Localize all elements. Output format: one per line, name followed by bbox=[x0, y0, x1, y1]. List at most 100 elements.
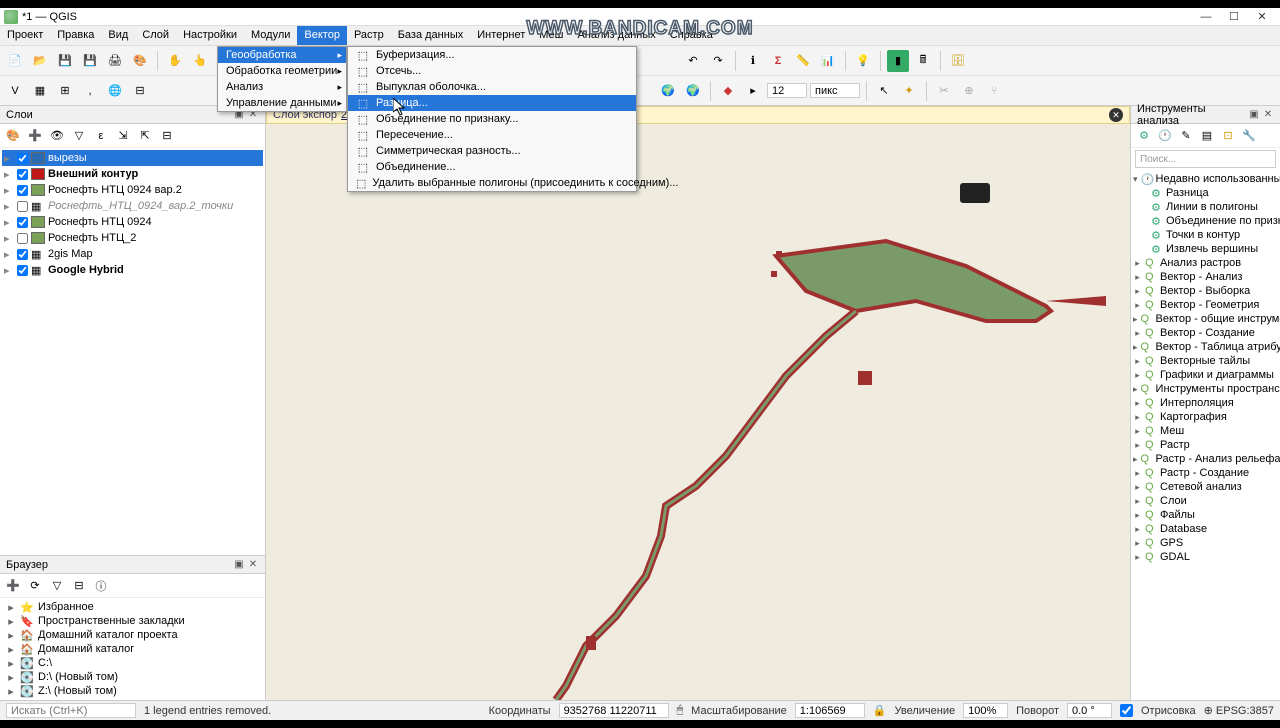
tree-group[interactable]: ▸QАнализ растров bbox=[1133, 256, 1278, 270]
browser-item[interactable]: ▸💽C:\ bbox=[6, 656, 259, 670]
coord-input[interactable] bbox=[559, 703, 669, 718]
layer-checkbox[interactable] bbox=[17, 153, 28, 164]
render-checkbox[interactable] bbox=[1120, 704, 1133, 717]
submenu-item[interactable]: ⬚Объединение... bbox=[348, 159, 636, 175]
tree-group[interactable]: ▸QВектор - Геометрия bbox=[1133, 298, 1278, 312]
menu-справка[interactable]: Справка bbox=[663, 26, 720, 45]
layer-add-group-button[interactable]: ➕ bbox=[26, 127, 44, 145]
layer-expr-button[interactable]: ε bbox=[92, 127, 110, 145]
print-layout-button[interactable]: 🖨 bbox=[104, 50, 126, 72]
menu-модули[interactable]: Модули bbox=[244, 26, 297, 45]
browser-item[interactable]: ▸💽Z:\ (Новый том) bbox=[6, 684, 259, 698]
tree-group[interactable]: ▸QРастр - Создание bbox=[1133, 466, 1278, 480]
layer-row[interactable]: ▸Роснефть НТЦ_2 bbox=[2, 230, 263, 246]
submenu-item[interactable]: ⬚Симметрическая разность... bbox=[348, 143, 636, 159]
osm-button[interactable]: 🌍 bbox=[657, 80, 679, 102]
submenu-item[interactable]: ⬚Пересечение... bbox=[348, 127, 636, 143]
processing-model-button[interactable]: ⚙ bbox=[1135, 127, 1153, 145]
layer-checkbox[interactable] bbox=[17, 169, 28, 180]
add-vector-button[interactable]: V bbox=[4, 80, 26, 102]
processing-close-button[interactable]: ✕ bbox=[1262, 109, 1274, 121]
add-db-button[interactable]: ⊟ bbox=[129, 80, 151, 102]
save-button[interactable]: 💾 bbox=[54, 50, 76, 72]
tree-algorithm[interactable]: ⚙Извлечь вершины bbox=[1133, 242, 1278, 256]
snap-unit-select[interactable] bbox=[810, 83, 860, 98]
tree-group[interactable]: ▸QDatabase bbox=[1133, 522, 1278, 536]
tree-group[interactable]: ▸QВектор - общие инструменты bbox=[1133, 312, 1278, 326]
tree-group[interactable]: ▾🕐Недавно использованные bbox=[1133, 172, 1278, 186]
layer-style-button[interactable]: 🎨 bbox=[4, 127, 22, 145]
submenu-item[interactable]: ⬚Объединение по признаку... bbox=[348, 111, 636, 127]
tree-group[interactable]: ▸QGDAL bbox=[1133, 550, 1278, 564]
select-button[interactable]: ▮ bbox=[887, 50, 909, 72]
merge-button[interactable]: ⊕ bbox=[958, 80, 980, 102]
tree-group[interactable]: ▸QМеш bbox=[1133, 424, 1278, 438]
rot-input[interactable] bbox=[1067, 703, 1112, 718]
browser-item[interactable]: ▸🔖Пространственные закладки bbox=[6, 614, 259, 628]
lock-icon[interactable]: 🔒 bbox=[873, 704, 887, 717]
menu-настройки[interactable]: Настройки bbox=[176, 26, 244, 45]
browser-undock-button[interactable]: ▣ bbox=[233, 559, 245, 571]
layer-row[interactable]: ▸Роснефть НТЦ 0924 вар.2 bbox=[2, 182, 263, 198]
tree-group[interactable]: ▸QВекторные тайлы bbox=[1133, 354, 1278, 368]
tree-group[interactable]: ▸QИнтерполяция bbox=[1133, 396, 1278, 410]
new-project-button[interactable]: 📄 bbox=[4, 50, 26, 72]
browser-props-button[interactable]: ⓘ bbox=[92, 577, 110, 595]
sum-button[interactable]: Σ bbox=[767, 50, 789, 72]
tree-group[interactable]: ▸QРастр - Анализ рельефа bbox=[1133, 452, 1278, 466]
locator-input[interactable] bbox=[6, 703, 136, 718]
browser-item[interactable]: ▸⭐Избранное bbox=[6, 600, 259, 614]
pan-button[interactable]: ✋ bbox=[164, 50, 186, 72]
tree-group[interactable]: ▸QКартография bbox=[1133, 410, 1278, 424]
layer-row[interactable]: ▸▦2gis Map bbox=[2, 246, 263, 262]
menu-слой[interactable]: Слой bbox=[135, 26, 176, 45]
add-csv-button[interactable]: , bbox=[79, 80, 101, 102]
tag-red-button[interactable]: ◆ bbox=[717, 80, 739, 102]
identify-button[interactable]: ℹ bbox=[742, 50, 764, 72]
layer-checkbox[interactable] bbox=[17, 201, 28, 212]
tree-group[interactable]: ▸QВектор - Анализ bbox=[1133, 270, 1278, 284]
minimize-button[interactable]: — bbox=[1192, 9, 1220, 25]
tree-group[interactable]: ▸QВектор - Создание bbox=[1133, 326, 1278, 340]
browser-tree[interactable]: ▸⭐Избранное▸🔖Пространственные закладки ▸🏠… bbox=[0, 598, 265, 700]
osm-query-button[interactable]: 🌍 bbox=[682, 80, 704, 102]
edit-cursor-button[interactable]: ↖ bbox=[873, 80, 895, 102]
menu-проект[interactable]: Проект bbox=[0, 26, 50, 45]
tips-button[interactable]: 💡 bbox=[852, 50, 874, 72]
layer-collapse-button[interactable]: ⇱ bbox=[136, 127, 154, 145]
tree-group[interactable]: ▸QСетевой анализ bbox=[1133, 480, 1278, 494]
processing-search-input[interactable]: Поиск... bbox=[1135, 150, 1276, 168]
tag-button[interactable]: ▸ bbox=[742, 80, 764, 102]
browser-filter-button[interactable]: ▽ bbox=[48, 577, 66, 595]
redo-button[interactable]: ↷ bbox=[707, 50, 729, 72]
tree-group[interactable]: ▸QСлои bbox=[1133, 494, 1278, 508]
layer-checkbox[interactable] bbox=[17, 233, 28, 244]
processing-undock-button[interactable]: ▣ bbox=[1248, 109, 1260, 121]
menu-вид[interactable]: Вид bbox=[101, 26, 135, 45]
browser-item[interactable]: ▸🏠Домашний каталог bbox=[6, 642, 259, 656]
pan-selection-button[interactable]: 👆 bbox=[189, 50, 211, 72]
stats-button[interactable]: 📊 bbox=[817, 50, 839, 72]
browser-close-button[interactable]: ✕ bbox=[247, 559, 259, 571]
processing-options-button[interactable]: ⊡ bbox=[1219, 127, 1237, 145]
style-manager-button[interactable]: 🎨 bbox=[129, 50, 151, 72]
layer-filter-button[interactable]: ▽ bbox=[70, 127, 88, 145]
save-as-button[interactable]: 💾 bbox=[79, 50, 101, 72]
measure-button[interactable]: 📏 bbox=[792, 50, 814, 72]
layer-row[interactable]: ▸Внешний контур bbox=[2, 166, 263, 182]
close-button[interactable]: ✕ bbox=[1248, 9, 1276, 25]
menu-интернет[interactable]: Интернет bbox=[470, 26, 532, 45]
menu-база данных[interactable]: База данных bbox=[391, 26, 471, 45]
layer-checkbox[interactable] bbox=[17, 265, 28, 276]
undo-button[interactable]: ↶ bbox=[682, 50, 704, 72]
open-project-button[interactable]: 📂 bbox=[29, 50, 51, 72]
map-canvas[interactable]: Слой экспор 24 вар.2\рабочее\Роснефть НТ… bbox=[266, 106, 1130, 700]
submenu-item[interactable]: ⬚Удалить выбранные полигоны (присоединит… bbox=[348, 175, 636, 191]
processing-settings-button[interactable]: 🔧 bbox=[1240, 127, 1258, 145]
layer-row[interactable]: ▸▦Google Hybrid bbox=[2, 262, 263, 278]
submenu-item[interactable]: Анализ▸ bbox=[218, 79, 346, 95]
layer-row[interactable]: ▸Роснефть НТЦ 0924 bbox=[2, 214, 263, 230]
menu-меш[interactable]: Меш bbox=[532, 26, 570, 45]
browser-add-button[interactable]: ➕ bbox=[4, 577, 22, 595]
menu-правка[interactable]: Правка bbox=[50, 26, 101, 45]
